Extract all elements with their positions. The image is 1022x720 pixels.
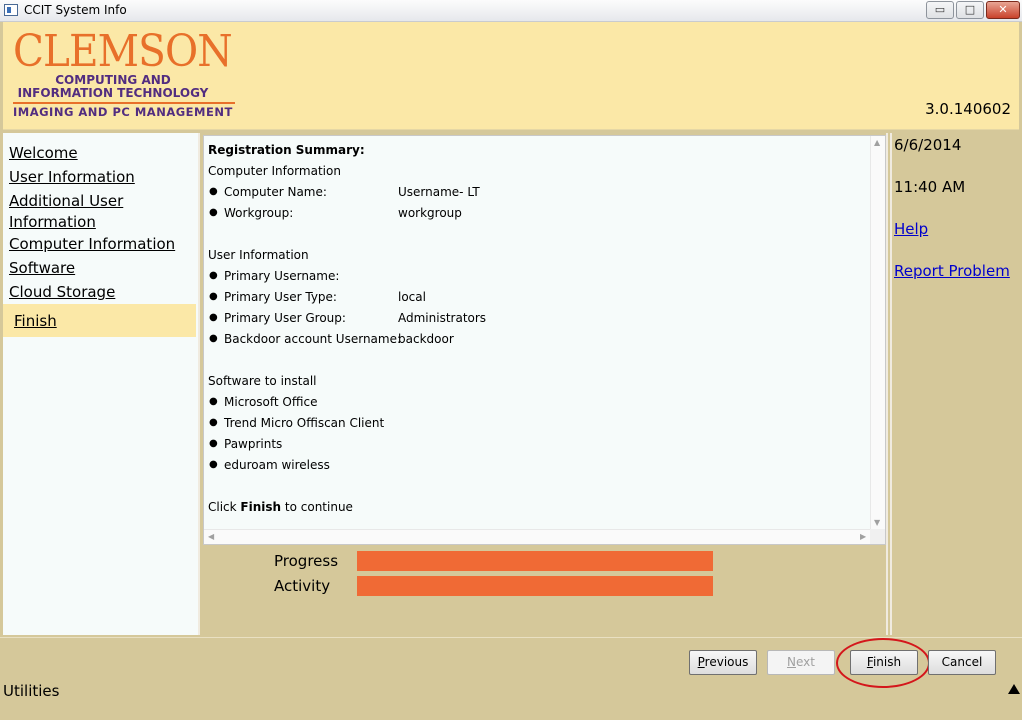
bullet: ● [209, 270, 218, 281]
progress-label: Progress [274, 552, 339, 570]
workgroup-label: Workgroup: [224, 206, 294, 220]
bottom-bar: Previous Next Finish Cancel Utilities [0, 637, 1022, 720]
date-label: 6/6/2014 [894, 136, 962, 154]
logo-line-3: IMAGING AND PC MANAGEMENT [13, 105, 233, 119]
bullet: ● [209, 417, 218, 428]
software-item: eduroam wireless [224, 458, 330, 472]
utilities-label[interactable]: Utilities [3, 682, 59, 700]
title-bar: CCIT System Info ▭ □ ✕ [0, 0, 1022, 22]
software-item: Trend Micro Offiscan Client [224, 416, 385, 430]
workgroup-value: workgroup [398, 206, 462, 220]
minimize-icon: ▭ [934, 3, 946, 16]
header-banner: CLEMSON COMPUTING AND INFORMATION TECHNO… [3, 22, 1019, 126]
report-problem-link[interactable]: Report Problem [894, 262, 1010, 280]
next-accel-key: N [787, 655, 796, 669]
close-icon: ✕ [998, 3, 1008, 16]
bullet: ● [209, 438, 218, 449]
bullet: ● [209, 186, 218, 197]
bullet: ● [209, 396, 218, 407]
primary-user-group-value: Administrators [398, 311, 487, 325]
time-label: 11:40 AM [894, 178, 966, 196]
header-divider [3, 126, 1019, 130]
primary-user-type-value: local [398, 290, 426, 304]
info-side-panel: 6/6/2014 11:40 AM Help Report Problem [890, 133, 1019, 635]
main-panel: Registration Summary: Computer Informati… [198, 133, 888, 635]
help-link[interactable]: Help [894, 220, 928, 238]
nav-item-computer-information[interactable]: Computer Information [9, 234, 175, 255]
instruction-finish-word: Finish [240, 500, 282, 514]
vertical-scrollbar[interactable]: ▲ ▼ [870, 136, 885, 530]
scroll-left-icon[interactable]: ◀ [208, 532, 214, 541]
scroll-up-icon[interactable]: ▲ [874, 138, 880, 147]
clemson-ccit-logo: CLEMSON COMPUTING AND INFORMATION TECHNO… [13, 30, 243, 119]
minimize-button[interactable]: ▭ [926, 1, 954, 19]
bullet: ● [209, 207, 218, 218]
backdoor-username-value: backdoor [398, 332, 454, 346]
maximize-icon: □ [964, 3, 976, 16]
software-item: Pawprints [224, 437, 283, 451]
progress-bar [357, 551, 713, 571]
triangle-up-icon[interactable] [1008, 684, 1020, 694]
next-button[interactable]: Next [767, 650, 835, 675]
window-title: CCIT System Info [24, 3, 127, 17]
nav-item-additional-user-information[interactable]: Additional User [9, 191, 123, 212]
version-label: 3.0.140602 [925, 100, 1011, 118]
scroll-right-icon[interactable]: ▶ [860, 532, 866, 541]
scroll-down-icon[interactable]: ▼ [874, 518, 880, 527]
horizontal-scrollbar[interactable]: ◀ ▶ [204, 529, 872, 544]
bullet: ● [209, 333, 218, 344]
maximize-button[interactable]: □ [956, 1, 984, 19]
bullet: ● [209, 459, 218, 470]
nav-item-user-information[interactable]: User Information [9, 167, 135, 188]
software-item: Microsoft Office [224, 395, 318, 409]
nav-item-finish[interactable]: Finish [14, 311, 57, 332]
continue-instruction: Click Finish to continue [208, 499, 353, 515]
app-window-icon[interactable] [4, 4, 18, 16]
previous-accel-key: P [697, 655, 705, 669]
scrollbar-corner [870, 529, 885, 544]
computer-name-value: Username- LT [398, 185, 480, 199]
software-section-title: Software to install [208, 374, 317, 388]
cancel-button[interactable]: Cancel [928, 650, 996, 675]
logo-rule [13, 102, 235, 104]
summary-heading: Registration Summary: [208, 143, 365, 157]
next-label: ext [796, 655, 815, 669]
nav-item-software[interactable]: Software [9, 258, 75, 279]
wizard-step-nav: Welcome User Information Additional User… [3, 133, 198, 635]
registration-summary-box[interactable]: Registration Summary: Computer Informati… [203, 135, 886, 545]
instruction-suffix: to continue [281, 500, 353, 514]
primary-username-label: Primary Username: [224, 269, 340, 283]
annotation-circle [836, 638, 930, 688]
backdoor-username-label: Backdoor account Username: [224, 332, 402, 346]
computer-section-title: Computer Information [208, 164, 341, 178]
activity-label: Activity [274, 577, 331, 595]
bullet: ● [209, 291, 218, 302]
computer-name-label: Computer Name: [224, 185, 327, 199]
primary-user-group-label: Primary User Group: [224, 311, 346, 325]
nav-item-welcome[interactable]: Welcome [9, 143, 78, 164]
logo-line-2: INFORMATION TECHNOLOGY [17, 86, 209, 100]
previous-label: revious [704, 655, 749, 669]
bullet: ● [209, 312, 218, 323]
previous-button[interactable]: Previous [689, 650, 757, 675]
nav-item-cloud-storage[interactable]: Cloud Storage [9, 282, 115, 303]
nav-item-additional-user-information-line2[interactable]: Information [9, 212, 96, 233]
close-button[interactable]: ✕ [986, 1, 1020, 19]
instruction-prefix: Click [208, 500, 241, 514]
summary-content: Registration Summary: Computer Informati… [204, 136, 872, 530]
logo-brand-text: CLEMSON [13, 26, 233, 77]
activity-bar [357, 576, 713, 596]
user-section-title: User Information [208, 248, 309, 262]
primary-user-type-label: Primary User Type: [224, 290, 337, 304]
